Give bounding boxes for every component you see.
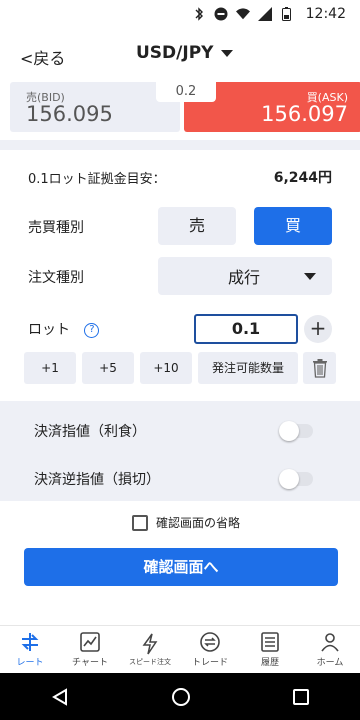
take-profit-toggle[interactable] [279, 421, 313, 441]
tab-trade[interactable]: トレード [180, 626, 240, 673]
settlement-section: 決済指値（利食） 決済逆指値（損切） [0, 401, 360, 501]
stop-loss-label: 決済逆指値（損切） [34, 472, 160, 488]
max-orderable-button[interactable]: 発注可能数量 [198, 352, 298, 384]
lot-add-1-button[interactable]: +1 [24, 352, 76, 384]
section-divider [0, 140, 360, 150]
margin-label: 0.1ロット証拠金目安： [28, 171, 166, 187]
buy-button[interactable]: 買 [254, 207, 332, 245]
sell-button[interactable]: 売 [158, 207, 236, 245]
lot-label: ロット [28, 322, 70, 338]
home-icon [321, 633, 339, 652]
spread-value: 0.2 [156, 82, 216, 102]
bid-price: 156.095 [26, 102, 113, 126]
bottom-tab-bar: レート チャート スピード注文 トレード 履歴 ホーム [0, 625, 360, 673]
trade-icon [200, 632, 220, 652]
rate-icon [21, 633, 39, 651]
tab-speed-order[interactable]: スピード注文 [120, 626, 180, 673]
confirm-button[interactable]: 確認画面へ [24, 548, 338, 586]
signal-icon [257, 7, 272, 21]
tab-label: トレード [191, 658, 228, 668]
tab-label: チャート [72, 658, 108, 668]
clear-lot-button[interactable] [303, 352, 336, 384]
back-button[interactable]: <戻る [20, 45, 65, 69]
bid-box[interactable]: 売(BID) 156.095 [10, 82, 180, 132]
status-bar: 12:42 [0, 0, 360, 28]
toggle-knob [279, 469, 299, 489]
side-label: 売買種別 [28, 220, 84, 236]
system-nav-bar [0, 673, 360, 720]
do-not-disturb-icon [214, 7, 228, 21]
history-icon [261, 632, 279, 652]
header: <戻る USD/JPY [0, 28, 360, 82]
lot-add-5-button[interactable]: +5 [82, 352, 134, 384]
wifi-icon [235, 7, 250, 21]
margin-value: 6,244円 [273, 170, 332, 186]
tab-rate[interactable]: レート [0, 626, 60, 673]
lot-label-row: ロット ? [28, 319, 100, 339]
battery-icon [280, 7, 294, 21]
chevron-down-icon [221, 49, 234, 57]
tab-label: 履歴 [260, 658, 279, 668]
ask-price: 156.097 [261, 102, 348, 126]
bluetooth-icon [192, 7, 206, 21]
back-nav-icon[interactable] [51, 687, 69, 706]
tab-chart[interactable]: チャート [60, 626, 120, 673]
trash-icon [312, 359, 327, 378]
skip-confirm-label: 確認画面の省略 [156, 516, 241, 530]
lot-add-10-button[interactable]: +10 [140, 352, 192, 384]
take-profit-label: 決済指値（利食） [34, 424, 146, 440]
skip-confirm-checkbox[interactable] [132, 514, 148, 531]
tab-home[interactable]: ホーム [300, 626, 360, 673]
skip-confirm-row[interactable]: 確認画面の省略 [132, 514, 240, 531]
home-nav-icon[interactable] [171, 687, 191, 707]
order-type-value: 成行 [228, 268, 261, 287]
quote-panel: 売(BID) 156.095 買(ASK) 156.097 0.2 [8, 82, 360, 132]
lightning-icon [142, 633, 158, 654]
tab-history[interactable]: 履歴 [240, 626, 300, 673]
order-type-select[interactable]: 成行 [158, 257, 332, 295]
currency-pair-selector[interactable]: USD/JPY [136, 43, 234, 63]
clock: 12:42 [305, 6, 346, 22]
lot-increment-button[interactable]: + [304, 315, 332, 343]
tab-label: レート [16, 658, 44, 668]
stop-loss-toggle[interactable] [279, 469, 313, 489]
help-icon[interactable]: ? [84, 322, 100, 338]
currency-pair-label: USD/JPY [136, 43, 214, 63]
margin-estimate-row: 0.1ロット証拠金目安： 6,244円 [28, 162, 332, 192]
recents-nav-icon[interactable] [293, 688, 309, 705]
toggle-knob [279, 421, 299, 441]
chart-icon [80, 632, 100, 652]
tab-label: スピード注文 [129, 657, 171, 666]
lot-input[interactable]: 0.1 [194, 314, 298, 344]
chevron-down-icon [304, 272, 316, 280]
tab-label: ホーム [316, 658, 344, 668]
order-type-label: 注文種別 [28, 270, 84, 286]
